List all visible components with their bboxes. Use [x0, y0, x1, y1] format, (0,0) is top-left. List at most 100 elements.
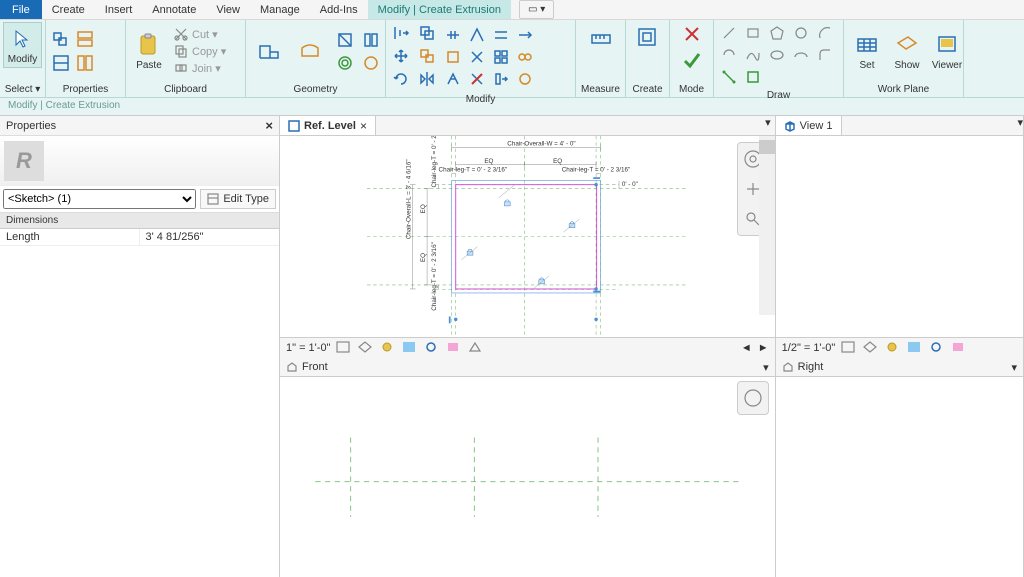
property-value[interactable]: 3' 4 81/256"	[140, 229, 280, 245]
draw-line[interactable]	[718, 22, 740, 44]
ribbon-group-create-label: Create	[626, 82, 669, 97]
finish-mode[interactable]	[678, 48, 706, 72]
rotate-tool[interactable]	[390, 68, 412, 90]
draw-arc[interactable]	[814, 22, 836, 44]
vc2-icon-4[interactable]	[907, 341, 923, 355]
menu-manage[interactable]: Manage	[250, 0, 310, 19]
workplane-viewer[interactable]: Viewer	[928, 29, 966, 73]
properties-icon-4[interactable]	[74, 52, 96, 74]
view1-canvas[interactable]	[776, 136, 1023, 337]
menu-addins[interactable]: Add-Ins	[310, 0, 368, 19]
menu-context-modify[interactable]: Modify | Create Extrusion	[368, 0, 511, 19]
view-tab-front[interactable]: Front ▾	[280, 359, 775, 377]
menu-annotate[interactable]: Annotate	[142, 0, 206, 19]
view-tab-options-v1[interactable]: ▾	[1017, 116, 1023, 135]
vc-icon-1[interactable]	[336, 341, 352, 355]
vc2-icon-1[interactable]	[841, 341, 857, 355]
copy-button[interactable]: Copy ▾	[170, 43, 230, 59]
modify-ic-4[interactable]	[514, 24, 536, 46]
modify-ic-3[interactable]	[490, 24, 512, 46]
cancel-mode[interactable]	[678, 22, 706, 46]
geometry-tool-2[interactable]	[292, 35, 330, 67]
properties-icon-1[interactable]	[50, 28, 72, 50]
view-tab-view1[interactable]: View 1	[776, 116, 842, 135]
horizontal-scroll-left[interactable]: ◄	[741, 342, 752, 354]
draw-pick2[interactable]	[742, 66, 764, 88]
vc2-icon-6[interactable]	[951, 341, 967, 355]
geometry-tool-3[interactable]	[334, 29, 356, 51]
horizontal-scroll-right[interactable]: ►	[758, 342, 769, 354]
modify-ic-2[interactable]	[466, 24, 488, 46]
right-canvas[interactable]	[776, 377, 1023, 577]
draw-half-ellipse[interactable]	[790, 44, 812, 66]
geometry-tool-6[interactable]	[360, 52, 382, 74]
draw-circle[interactable]	[790, 22, 812, 44]
draw-spline[interactable]	[742, 44, 764, 66]
select-dropdown[interactable]: Select ▾	[0, 82, 45, 97]
draw-poly[interactable]	[766, 22, 788, 44]
draw-fillet[interactable]	[814, 44, 836, 66]
menu-insert[interactable]: Insert	[95, 0, 143, 19]
draw-pick[interactable]	[718, 66, 740, 88]
mirror-tool[interactable]	[416, 68, 438, 90]
geometry-tool-1[interactable]	[250, 35, 288, 67]
view-tab-options-right[interactable]: ▾	[1011, 361, 1017, 374]
move-tool[interactable]	[390, 45, 412, 67]
copy-tool[interactable]	[416, 45, 438, 67]
front-canvas[interactable]	[280, 377, 775, 577]
create-tool[interactable]	[629, 22, 667, 54]
paste-button[interactable]: Paste	[130, 29, 168, 73]
modify-ic-8[interactable]	[514, 46, 536, 68]
svg-text:Chair-leg-T = 0' - 2 3/16": Chair-leg-T = 0' - 2 3/16"	[431, 242, 438, 311]
menu-view[interactable]: View	[206, 0, 250, 19]
workplane-show[interactable]: Show	[888, 29, 926, 73]
modify-ic-5[interactable]	[442, 46, 464, 68]
vc2-icon-3[interactable]	[885, 341, 901, 355]
vc2-icon-2[interactable]	[863, 341, 879, 355]
menu-create[interactable]: Create	[42, 0, 95, 19]
modify-ic-7[interactable]	[490, 46, 512, 68]
draw-rect[interactable]	[742, 22, 764, 44]
menu-view-dropdown[interactable]: ▭ ▾	[519, 0, 554, 19]
properties-icon-3[interactable]	[50, 52, 72, 74]
geometry-tool-4[interactable]	[334, 52, 356, 74]
ref-level-canvas[interactable]: Chair-Overall-W = 4' - 0" EQ EQ Chair-le…	[280, 136, 775, 337]
properties-close[interactable]: ×	[265, 118, 273, 133]
scale-display-right[interactable]: 1/2" = 1'-0"	[782, 342, 836, 354]
view-tab-options-front[interactable]: ▾	[763, 361, 769, 374]
modify-ic-10[interactable]	[466, 68, 488, 90]
view-tab-close[interactable]: ×	[360, 119, 367, 133]
workplane-set[interactable]: Set	[848, 29, 886, 73]
cut-button[interactable]: Cut ▾	[170, 26, 230, 42]
modify-ic-11[interactable]	[490, 68, 512, 90]
vc-icon-2[interactable]	[358, 341, 374, 355]
geometry-tool-5[interactable]	[360, 29, 382, 51]
measure-tool[interactable]	[582, 22, 620, 54]
vc-icon-4[interactable]	[402, 341, 418, 355]
modify-tool[interactable]: Modify	[3, 22, 42, 68]
vc-icon-6[interactable]	[446, 341, 462, 355]
scale-display[interactable]: 1" = 1'-0"	[286, 342, 330, 354]
edit-type-button[interactable]: Edit Type	[200, 189, 276, 209]
draw-arc2[interactable]	[718, 44, 740, 66]
modify-ic-1[interactable]	[442, 24, 464, 46]
nav-wheel-front[interactable]	[741, 386, 765, 410]
join-button[interactable]: Join ▾	[170, 60, 230, 76]
modify-ic-9[interactable]	[442, 68, 464, 90]
type-selector[interactable]: <Sketch> (1)	[3, 189, 196, 209]
view-tab-options[interactable]: ▾	[761, 116, 775, 135]
vc-icon-3[interactable]	[380, 341, 396, 355]
properties-icon-2[interactable]	[74, 28, 96, 50]
view-tab-right[interactable]: Right ▾	[776, 359, 1023, 377]
offset-tool[interactable]	[416, 22, 438, 44]
modify-ic-12[interactable]	[514, 68, 536, 90]
vertical-scrollbar[interactable]	[759, 136, 775, 315]
draw-ellipse[interactable]	[766, 44, 788, 66]
vc-icon-7[interactable]	[468, 341, 484, 355]
vc2-icon-5[interactable]	[929, 341, 945, 355]
modify-ic-6[interactable]	[466, 46, 488, 68]
vc-icon-5[interactable]	[424, 341, 440, 355]
align-tool[interactable]	[390, 22, 412, 44]
view-tab-ref-level[interactable]: Ref. Level ×	[280, 116, 376, 135]
file-menu[interactable]: File	[0, 0, 42, 19]
